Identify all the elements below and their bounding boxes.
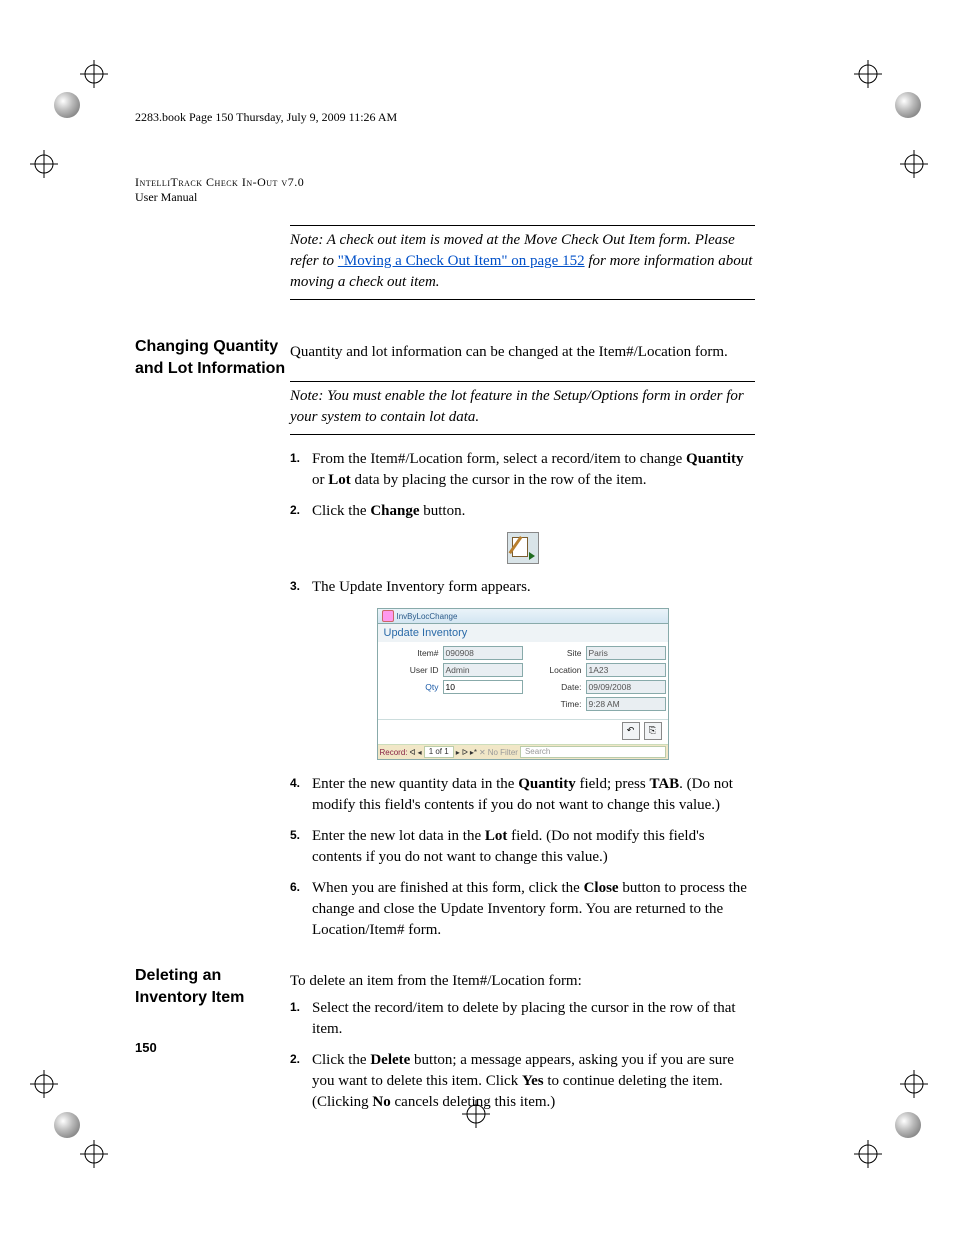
step-number: 6.: [290, 878, 312, 941]
crop-mark-icon: [900, 1070, 928, 1098]
note-block: Note: A check out item is moved at the M…: [290, 225, 755, 300]
location-label: Location: [527, 665, 582, 675]
sphere-icon: [54, 92, 80, 118]
section1-intro: Quantity and lot information can be chan…: [290, 342, 755, 363]
record-navigator[interactable]: Record: ᐊ◂ 1 of 1 ▸ᐅ▸* ✕No Filter Search: [378, 744, 668, 759]
change-button-icon: [507, 532, 539, 564]
step-number: 3.: [290, 577, 312, 598]
crop-mark-icon: [900, 150, 928, 178]
note-block-lot: Note: You must enable the lot feature in…: [290, 381, 755, 435]
step-item: 4. Enter the new quantity data in the Qu…: [290, 774, 755, 816]
crop-mark-icon: [80, 1140, 108, 1168]
crop-mark-icon: [80, 60, 108, 88]
step-item: 1. Select the record/item to delete by p…: [290, 998, 755, 1040]
undo-button[interactable]: ↶: [622, 722, 640, 740]
sphere-icon: [895, 92, 921, 118]
section-heading-changing: Changing Quantity and Lot Information: [135, 336, 290, 379]
crop-mark-icon: [854, 1140, 882, 1168]
item-label: Item#: [384, 648, 439, 658]
form-subtitle: Update Inventory: [378, 624, 668, 642]
qty-field[interactable]: 10: [443, 680, 523, 694]
step-item: 1. From the Item#/Location form, select …: [290, 449, 755, 491]
site-field[interactable]: Paris: [586, 646, 666, 660]
step-item: 5. Enter the new lot data in the Lot fie…: [290, 826, 755, 868]
date-field[interactable]: 09/09/2008: [586, 680, 666, 694]
location-field[interactable]: 1A23: [586, 663, 666, 677]
update-inventory-form: InvByLocChange Update Inventory Item# 09…: [377, 608, 669, 760]
userid-field[interactable]: Admin: [443, 663, 523, 677]
form-icon: [382, 610, 394, 622]
userid-label: User ID: [384, 665, 439, 675]
qty-label: Qty: [384, 682, 439, 692]
book-header: 2283.book Page 150 Thursday, July 9, 200…: [135, 110, 755, 125]
step-number: 2.: [290, 501, 312, 522]
close-button[interactable]: ⎘: [644, 722, 662, 740]
date-label: Date:: [527, 682, 582, 692]
section-heading-deleting: Deleting an Inventory Item: [135, 965, 290, 1008]
form-titlebar: InvByLocChange: [378, 609, 668, 624]
sphere-icon: [895, 1112, 921, 1138]
sphere-icon: [54, 1112, 80, 1138]
manual-title: User Manual: [135, 190, 755, 205]
product-title: IntelliTrack Check In-Out v7.0: [135, 175, 755, 190]
step-number: 5.: [290, 826, 312, 868]
moving-checkout-link[interactable]: "Moving a Check Out Item" on page 152: [338, 253, 585, 269]
section2-intro: To delete an item from the Item#/Locatio…: [290, 971, 755, 992]
crop-mark-icon: [30, 1070, 58, 1098]
time-label: Time:: [527, 699, 582, 709]
item-field[interactable]: 090908: [443, 646, 523, 660]
page-number: 150: [135, 1040, 157, 1055]
step-number: 4.: [290, 774, 312, 816]
step-item: 3. The Update Inventory form appears.: [290, 577, 755, 598]
site-label: Site: [527, 648, 582, 658]
step-number: 1.: [290, 998, 312, 1040]
page-content: 2283.book Page 150 Thursday, July 9, 200…: [135, 110, 755, 1123]
step-number: 1.: [290, 449, 312, 491]
step-item: 2. Click the Delete button; a message ap…: [290, 1050, 755, 1113]
step-item: 6. When you are finished at this form, c…: [290, 878, 755, 941]
time-field[interactable]: 9:28 AM: [586, 697, 666, 711]
crop-mark-icon: [854, 60, 882, 88]
step-number: 2.: [290, 1050, 312, 1113]
step-item: 2. Click the Change button.: [290, 501, 755, 522]
crop-mark-icon: [30, 150, 58, 178]
